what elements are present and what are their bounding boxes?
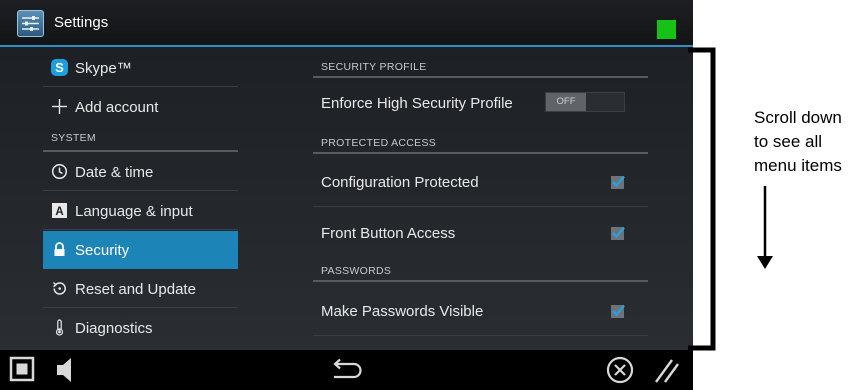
device-screen: Settings S Skype™ Add account SYSTEM Dat… [0, 0, 693, 390]
sidebar-item-label: Date & time [75, 164, 154, 181]
restore-icon [51, 280, 68, 297]
pref-front-button-access[interactable]: Front Button Access [313, 208, 648, 258]
svg-text:A: A [55, 206, 63, 218]
sidebar-item-diagnostics[interactable]: Diagnostics [43, 309, 238, 347]
section-header-protected-access: PROTECTED ACCESS [313, 129, 648, 154]
sidebar-item-security[interactable]: Security [43, 231, 238, 269]
sidebar-section-header: SYSTEM [43, 127, 238, 152]
keyboard-a-icon: A [51, 202, 68, 219]
thermometer-icon [51, 319, 68, 336]
make-passwords-visible-checkbox[interactable] [611, 304, 625, 318]
front-button-access-checkbox[interactable] [611, 226, 625, 240]
resize-grip-icon[interactable] [650, 354, 682, 390]
pref-enforce-high-security[interactable]: Enforce High Security Profile OFF [313, 78, 648, 128]
checkmark-icon [612, 226, 625, 239]
pref-label: Front Button Access [321, 225, 456, 242]
pref-label: Make Passwords Visible [321, 303, 484, 320]
sidebar-item-add-account[interactable]: Add account [43, 88, 238, 126]
down-arrow-icon [757, 186, 773, 269]
sidebar-item-label: Reset and Update [75, 281, 196, 298]
checkmark-icon [612, 304, 625, 317]
sidebar-item-language-input[interactable]: A Language & input [43, 192, 238, 230]
toggle-thumb: OFF [546, 93, 586, 111]
scroll-annotation: Scroll down to see all menu items [754, 108, 842, 175]
sidebar-item-label: Diagnostics [75, 320, 153, 337]
pref-configuration-protected[interactable]: Configuration Protected [313, 157, 648, 207]
speaker-icon[interactable] [55, 356, 79, 389]
sidebar-item-label: Security [75, 242, 130, 259]
lock-icon [51, 241, 68, 258]
section-header-passwords: PASSWORDS [313, 257, 648, 282]
status-indicator [657, 20, 676, 39]
pref-label: Enforce High Security Profile [321, 95, 513, 112]
sidebar-item-label: Add account [75, 99, 159, 116]
action-bar: Settings [0, 0, 693, 47]
configuration-protected-checkbox[interactable] [611, 175, 625, 189]
settings-content: S Skype™ Add account SYSTEM Date & time … [0, 47, 693, 350]
sidebar-item-date-time[interactable]: Date & time [43, 153, 238, 191]
sidebar-item-label: Skype™ [75, 60, 132, 77]
app-title: Settings [54, 14, 109, 31]
back-icon[interactable] [330, 358, 364, 387]
pref-label: Configuration Protected [321, 174, 479, 191]
skype-icon: S [51, 59, 68, 76]
navigation-bar [0, 350, 693, 390]
pref-make-passwords-visible[interactable]: Make Passwords Visible [313, 286, 648, 336]
svg-text:S: S [55, 60, 64, 75]
settings-app-icon[interactable] [17, 10, 44, 37]
clock-icon [51, 163, 68, 180]
checkmark-icon [612, 175, 625, 188]
sidebar-item-reset-update[interactable]: Reset and Update [43, 270, 238, 308]
sidebar-item-skype[interactable]: S Skype™ [43, 49, 238, 87]
scroll-bracket [688, 47, 716, 351]
section-header-security-profile: SECURITY PROFILE [313, 53, 648, 78]
plus-icon [51, 98, 68, 115]
square-icon[interactable] [9, 356, 35, 387]
security-profile-toggle[interactable]: OFF [545, 92, 625, 112]
close-circle-icon[interactable] [605, 355, 635, 390]
sidebar-item-label: Language & input [75, 203, 193, 220]
